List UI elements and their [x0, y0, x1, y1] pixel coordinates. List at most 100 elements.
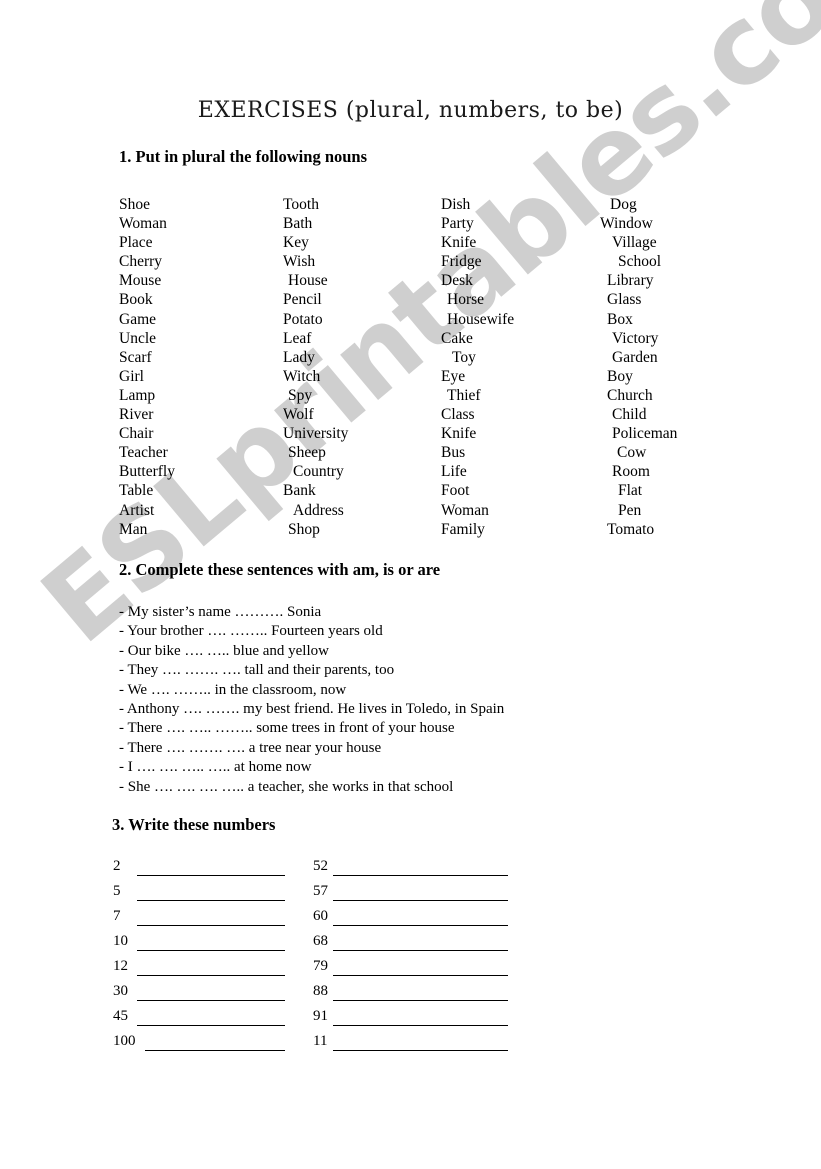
answer-line[interactable] [137, 900, 285, 901]
answer-line[interactable] [333, 925, 508, 926]
list-item: Pen [618, 501, 642, 519]
number-label: 2 [113, 858, 121, 874]
list-item: Book [119, 291, 153, 309]
list-item: Church [607, 386, 653, 404]
number-label: 30 [113, 983, 128, 999]
list-item: Glass [607, 291, 642, 309]
list-item: Knife [441, 425, 477, 443]
list-item: Shoe [119, 196, 150, 213]
list-item: Boy [607, 367, 633, 385]
list-item: Man [119, 520, 148, 538]
list-item: Spy [288, 386, 313, 404]
list-item: Housewife [447, 310, 515, 328]
list-item: River [119, 406, 154, 424]
list-item: Dog [610, 196, 637, 213]
list-item: Foot [441, 482, 470, 500]
number-label: 91 [313, 1008, 328, 1024]
list-item: University [283, 425, 349, 443]
list-item: Life [441, 463, 467, 481]
answer-line[interactable] [333, 875, 508, 876]
list-item: Bath [283, 215, 313, 233]
list-item: Game [119, 310, 157, 328]
list-item: Country [293, 463, 344, 481]
list-item: Bank [283, 482, 316, 500]
number-label: 79 [313, 958, 328, 974]
list-item: Butterfly [119, 463, 175, 481]
noun-column-2: Tooth Bath Key Wish House Pencil Potato … [283, 195, 348, 539]
list-item: Knife [441, 234, 477, 252]
list-item: - They …. ……. …. tall and their parents,… [119, 662, 395, 679]
answer-line[interactable] [145, 1050, 285, 1051]
list-item: Scarf [119, 348, 152, 366]
list-item: Box [607, 310, 633, 328]
list-item: Place [119, 234, 153, 252]
list-item: - There …. ……. …. a tree near your house [119, 739, 382, 756]
number-label: 45 [113, 1008, 128, 1024]
answer-line[interactable] [137, 975, 285, 976]
list-item: Woman [441, 501, 489, 519]
number-label: 100 [113, 1033, 136, 1049]
list-item: Potato [283, 310, 323, 328]
answer-line[interactable] [333, 1000, 508, 1001]
list-item: Lamp [119, 386, 156, 404]
answer-line[interactable] [333, 975, 508, 976]
answer-line[interactable] [137, 950, 285, 951]
list-item: Address [293, 501, 344, 519]
list-item: Girl [119, 367, 144, 385]
list-item: Witch [283, 367, 321, 385]
list-item: Horse [447, 291, 485, 309]
list-item: Tomato [607, 520, 655, 538]
list-item: Sheep [288, 444, 326, 462]
noun-column-3: Dish Party Knife Fridge Desk Horse House… [441, 195, 514, 539]
number-label: 11 [313, 1033, 328, 1049]
list-item: Cow [617, 444, 647, 462]
noun-column-4: Dog Window Village School Library Glass … [600, 195, 677, 539]
list-item: Cherry [119, 253, 163, 271]
list-item: Family [441, 520, 485, 538]
list-item: - There …. ….. …….. some trees in front … [119, 720, 455, 737]
list-item: Garden [612, 348, 658, 366]
answer-line[interactable] [137, 1000, 285, 1001]
list-item: Party [441, 215, 474, 233]
noun-column-1: Shoe Woman Place Cherry Mouse Book Game … [119, 195, 175, 539]
list-item: Chair [119, 425, 154, 443]
number-label: 12 [113, 958, 128, 974]
answer-line[interactable] [333, 1050, 508, 1051]
list-item: Toy [452, 348, 476, 366]
section-heading-sentences: 2. Complete these sentences with am, is … [119, 560, 441, 579]
section-heading-nouns: 1. Put in plural the following nouns [119, 147, 368, 166]
list-item: Leaf [283, 329, 312, 347]
answer-line[interactable] [137, 875, 285, 876]
answer-line[interactable] [137, 1025, 285, 1026]
answer-line[interactable] [333, 950, 508, 951]
list-item: Window [600, 215, 653, 233]
answer-line[interactable] [333, 900, 508, 901]
number-label: 7 [113, 908, 121, 924]
list-item: Tooth [283, 196, 319, 213]
list-item: - Anthony …. ……. my best friend. He live… [119, 701, 505, 718]
list-item: Uncle [119, 329, 157, 347]
section-heading-numbers: 3. Write these numbers [112, 815, 276, 834]
number-label: 68 [313, 933, 328, 949]
list-item: Library [607, 272, 654, 290]
list-item: - She …. …. …. ….. a teacher, she works … [119, 778, 454, 795]
number-label: 52 [313, 858, 328, 874]
number-label: 57 [313, 883, 328, 899]
list-item: Dish [441, 196, 471, 213]
noun-list: Shoe Woman Place Cherry Mouse Book Game … [0, 195, 821, 540]
number-label: 60 [313, 908, 328, 924]
list-item: Wolf [283, 406, 314, 424]
answer-line[interactable] [333, 1025, 508, 1026]
answer-line[interactable] [137, 925, 285, 926]
list-item: Flat [618, 482, 643, 500]
list-item: Thief [447, 386, 481, 404]
list-item: Artist [119, 501, 155, 519]
list-item: Class [441, 406, 475, 424]
list-item: Lady [283, 348, 315, 366]
list-item: - My sister’s name ………. Sonia [119, 604, 322, 620]
list-item: Shop [288, 520, 320, 538]
list-item: Fridge [441, 253, 482, 271]
number-label: 5 [113, 883, 121, 899]
list-item: House [288, 272, 328, 290]
number-label: 10 [113, 933, 128, 949]
